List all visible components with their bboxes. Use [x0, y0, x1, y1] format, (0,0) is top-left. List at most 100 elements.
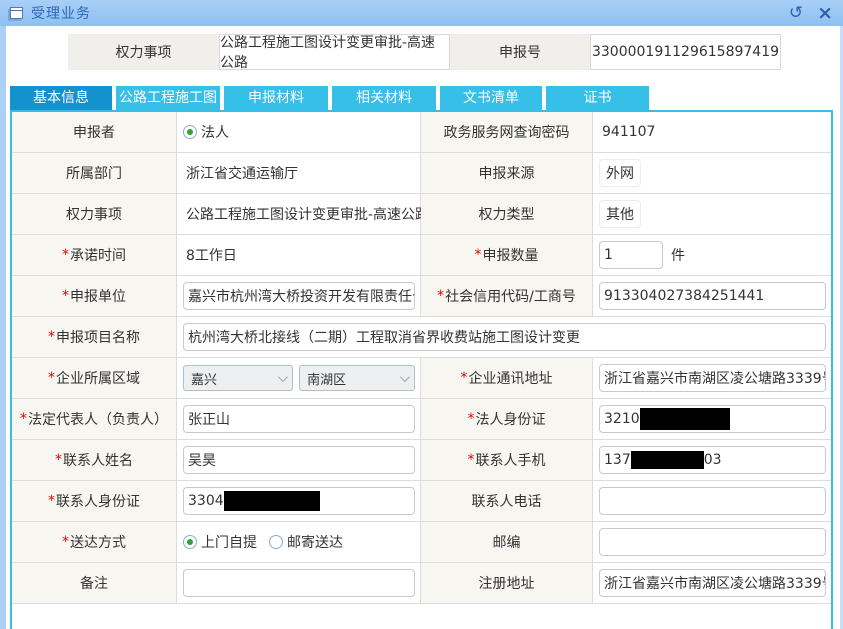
region-value: 嘉兴 南湖区 — [177, 358, 421, 399]
contact-name-value — [177, 440, 421, 481]
power-item-label: 权力事项 — [12, 194, 177, 235]
department-value: 浙江省交通运输厅 — [177, 153, 421, 194]
tab-bar: 基本信息 公路工程施工图 申报材料 相关材料 文书清单 证书 — [10, 86, 649, 110]
project-name-label: * 申报项目名称 — [12, 317, 177, 358]
legal-id-value: 3210 — [593, 399, 831, 440]
form-row: 备注 注册地址 浙江省嘉兴市南湖区凌公塘路3339号（嘉 — [12, 563, 831, 604]
region-district-select[interactable]: 南湖区 — [299, 365, 415, 391]
form-row: * 企业所属区域 嘉兴 南湖区 * 企业通讯地址 浙江省嘉兴市南湖区凌公塘 — [12, 358, 831, 399]
credit-code-input[interactable] — [599, 282, 826, 310]
declare-count-input[interactable] — [599, 241, 663, 269]
project-name-input[interactable]: 杭州湾大桥北接线（二期）工程取消省界收费站施工图设计变更 — [183, 323, 826, 351]
reg-address-label: 注册地址 — [421, 563, 593, 604]
legal-id-input[interactable]: 3210 — [599, 405, 826, 433]
declare-unit-input[interactable]: 嘉兴市杭州湾大桥投资开发有限责任公司 — [183, 282, 415, 310]
reg-address-value: 浙江省嘉兴市南湖区凌公塘路3339号（嘉 — [593, 563, 831, 604]
contact-id-value: 3304 — [177, 481, 421, 522]
delivery-method-label: * 送达方式 — [12, 522, 177, 563]
power-item-value: 公路工程施工图设计变更审批-高速公路 — [177, 194, 421, 235]
delivery-method-value: 上门自提 邮寄送达 — [177, 522, 421, 563]
chevron-down-icon — [278, 372, 288, 382]
form-row: * 送达方式 上门自提 邮寄送达 邮编 — [12, 522, 831, 563]
zipcode-label: 邮编 — [421, 522, 593, 563]
contact-name-input[interactable] — [183, 446, 415, 474]
tab-document-list[interactable]: 文书清单 — [440, 86, 542, 110]
radio-mail-delivery-label: 邮寄送达 — [287, 532, 343, 552]
redaction-bar — [640, 408, 730, 430]
company-address-value: 浙江省嘉兴市南湖区凌公塘路3339号（嘉 — [593, 358, 831, 399]
window-form-icon — [10, 7, 23, 19]
window-title: 受理业务 — [31, 3, 91, 23]
declare-source-value: 外网 — [593, 153, 831, 194]
region-label: * 企业所属区域 — [12, 358, 177, 399]
window-left-edge — [0, 26, 6, 629]
basic-info-form: 申报者 法人 政务服务网查询密码 941107 所属部门 浙江省交通运输厅 — [10, 110, 833, 629]
title-bar: 受理业务 ↺ × — [0, 0, 843, 26]
contact-mobile-input[interactable]: 137 03 — [599, 446, 826, 474]
contact-mobile-label: * 联系人手机 — [421, 440, 593, 481]
tab-construction-drawing[interactable]: 公路工程施工图 — [116, 86, 220, 110]
redaction-bar — [224, 491, 320, 511]
credit-code-label: * 社会信用代码/工商号 — [421, 276, 593, 317]
refresh-icon[interactable]: ↺ — [789, 4, 803, 23]
declare-source-label: 申报来源 — [421, 153, 593, 194]
credit-code-value — [593, 276, 831, 317]
department-label: 所属部门 — [12, 153, 177, 194]
form-row: 申报者 法人 政务服务网查询密码 941107 — [12, 112, 831, 153]
legal-rep-input[interactable] — [183, 405, 415, 433]
query-password-label: 政务服务网查询密码 — [421, 112, 593, 153]
form-row: 权力事项 公路工程施工图设计变更审批-高速公路 权力类型 其他 — [12, 194, 831, 235]
contact-mobile-value: 137 03 — [593, 440, 831, 481]
contact-phone-value — [593, 481, 831, 522]
application-no-label: 申报号 — [450, 34, 590, 70]
tab-basic-info[interactable]: 基本信息 — [10, 86, 112, 110]
declarer-label: 申报者 — [12, 112, 177, 153]
legal-id-label: * 法人身份证 — [421, 399, 593, 440]
promise-time-label: * 承诺时间 — [12, 235, 177, 276]
legal-rep-label: * 法定代表人（负责人） — [12, 399, 177, 440]
contact-phone-input[interactable] — [599, 487, 826, 515]
reg-address-input[interactable]: 浙江省嘉兴市南湖区凌公塘路3339号（嘉 — [599, 569, 826, 597]
declare-unit-value: 嘉兴市杭州湾大桥投资开发有限责任公司 — [177, 276, 421, 317]
declare-count-label: * 申报数量 — [421, 235, 593, 276]
region-city-select[interactable]: 嘉兴 — [183, 365, 293, 391]
promise-time-value: 8工作日 — [177, 235, 421, 276]
contact-phone-label: 联系人电话 — [421, 481, 593, 522]
contact-id-label: * 联系人身份证 — [12, 481, 177, 522]
form-row: * 法定代表人（负责人） * 法人身份证 3210 — [12, 399, 831, 440]
contact-id-input[interactable]: 3304 — [183, 487, 415, 515]
power-type-label: 权力类型 — [421, 194, 593, 235]
declare-unit-label: * 申报单位 — [12, 276, 177, 317]
power-item-header-label: 权力事项 — [68, 34, 219, 70]
declare-count-value: 件 — [593, 235, 831, 276]
tab-certificate[interactable]: 证书 — [546, 86, 649, 110]
remark-value — [177, 563, 421, 604]
redaction-bar — [631, 451, 704, 469]
radio-self-pickup[interactable] — [183, 535, 197, 549]
zipcode-input[interactable] — [599, 528, 826, 556]
form-row: * 申报项目名称 杭州湾大桥北接线（二期）工程取消省界收费站施工图设计变更 — [12, 317, 831, 358]
remark-label: 备注 — [12, 563, 177, 604]
power-type-value: 其他 — [593, 194, 831, 235]
contact-name-label: * 联系人姓名 — [12, 440, 177, 481]
header-strip: 权力事项 公路工程施工图设计变更审批-高速公路 申报号 330000191129… — [68, 34, 781, 70]
query-password-value: 941107 — [593, 112, 831, 153]
application-no-value: 330000191129615897419 — [590, 34, 781, 70]
tab-related-materials[interactable]: 相关材料 — [332, 86, 436, 110]
tab-declare-materials[interactable]: 申报材料 — [224, 86, 328, 110]
form-row: * 申报单位 嘉兴市杭州湾大桥投资开发有限责任公司 * 社会信用代码/工商号 — [12, 276, 831, 317]
radio-mail-delivery[interactable] — [269, 535, 283, 549]
radio-legal-person-label: 法人 — [201, 122, 229, 142]
remark-input[interactable] — [183, 569, 415, 597]
power-item-header-value: 公路工程施工图设计变更审批-高速公路 — [219, 34, 450, 70]
zipcode-value — [593, 522, 831, 563]
radio-self-pickup-label: 上门自提 — [201, 532, 257, 552]
project-name-value: 杭州湾大桥北接线（二期）工程取消省界收费站施工图设计变更 — [177, 317, 831, 358]
form-row: 所属部门 浙江省交通运输厅 申报来源 外网 — [12, 153, 831, 194]
form-row: * 承诺时间 8工作日 * 申报数量 件 — [12, 235, 831, 276]
form-row: * 联系人身份证 3304 联系人电话 — [12, 481, 831, 522]
radio-legal-person[interactable] — [183, 125, 197, 139]
company-address-input[interactable]: 浙江省嘉兴市南湖区凌公塘路3339号（嘉 — [599, 364, 826, 392]
close-icon[interactable]: × — [817, 4, 833, 23]
accept-business-window: 受理业务 ↺ × 权力事项 公路工程施工图设计变更审批-高速公路 申报号 330… — [0, 0, 843, 629]
